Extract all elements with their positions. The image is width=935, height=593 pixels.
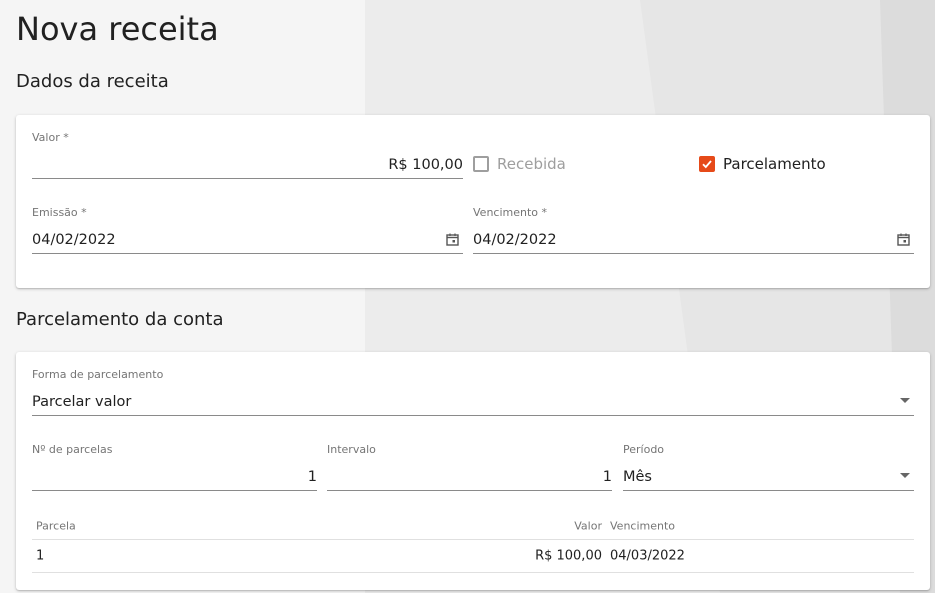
emissao-value: 04/02/2022: [32, 232, 116, 248]
emissao-field[interactable]: Emissão * 04/02/2022: [32, 206, 463, 254]
table-header: Parcela Valor Vencimento: [32, 512, 914, 540]
parcelamento-card: Forma de parcelamento Parcelar valor Nº …: [16, 352, 930, 590]
parcelamento-label: Parcelamento: [723, 155, 826, 173]
forma-value: Parcelar valor: [32, 394, 132, 410]
parcelamento-checkbox[interactable]: Parcelamento: [699, 155, 826, 173]
cell-valor: R$ 100,00: [535, 548, 602, 564]
intervalo-label: Intervalo: [327, 443, 376, 456]
calendar-icon[interactable]: [446, 233, 459, 246]
cell-parcela: 1: [36, 548, 45, 564]
section-title-dados: Dados da receita: [16, 71, 169, 92]
chevron-down-icon[interactable]: [900, 398, 910, 403]
vencimento-label: Vencimento *: [473, 206, 548, 219]
forma-label: Forma de parcelamento: [32, 368, 164, 381]
cell-vencimento: 04/03/2022: [610, 548, 685, 564]
periodo-select[interactable]: Período Mês: [623, 443, 914, 491]
valor-value: R$ 100,00: [388, 157, 463, 173]
vencimento-field[interactable]: Vencimento * 04/02/2022: [473, 206, 914, 254]
valor-field[interactable]: Valor * R$ 100,00: [32, 131, 463, 179]
page-title: Nova receita: [16, 10, 219, 48]
section-title-parcelamento: Parcelamento da conta: [16, 309, 224, 330]
vencimento-value: 04/02/2022: [473, 232, 557, 248]
dados-card: Valor * R$ 100,00 Recebida Parcelamento …: [16, 115, 930, 288]
forma-parcelamento-select[interactable]: Forma de parcelamento Parcelar valor: [32, 368, 914, 416]
parcelas-label: Nº de parcelas: [32, 443, 113, 456]
recebida-checkbox[interactable]: Recebida: [473, 155, 566, 173]
parcelas-field[interactable]: Nº de parcelas 1: [32, 443, 317, 491]
periodo-value: Mês: [623, 469, 652, 485]
valor-label: Valor *: [32, 131, 69, 144]
table-row[interactable]: 1 R$ 100,00 04/03/2022: [32, 540, 914, 573]
periodo-label: Período: [623, 443, 665, 456]
parcelas-value: 1: [307, 469, 317, 485]
checkbox-unchecked-icon: [473, 156, 489, 172]
intervalo-field[interactable]: Intervalo 1: [327, 443, 612, 491]
column-header-parcela: Parcela: [36, 519, 76, 532]
intervalo-value: 1: [602, 469, 612, 485]
chevron-down-icon[interactable]: [900, 473, 910, 478]
emissao-label: Emissão *: [32, 206, 87, 219]
column-header-vencimento: Vencimento: [610, 519, 676, 532]
checkbox-checked-icon: [699, 156, 715, 172]
column-header-valor: Valor: [574, 519, 602, 532]
recebida-label: Recebida: [497, 155, 566, 173]
calendar-icon[interactable]: [897, 233, 910, 246]
